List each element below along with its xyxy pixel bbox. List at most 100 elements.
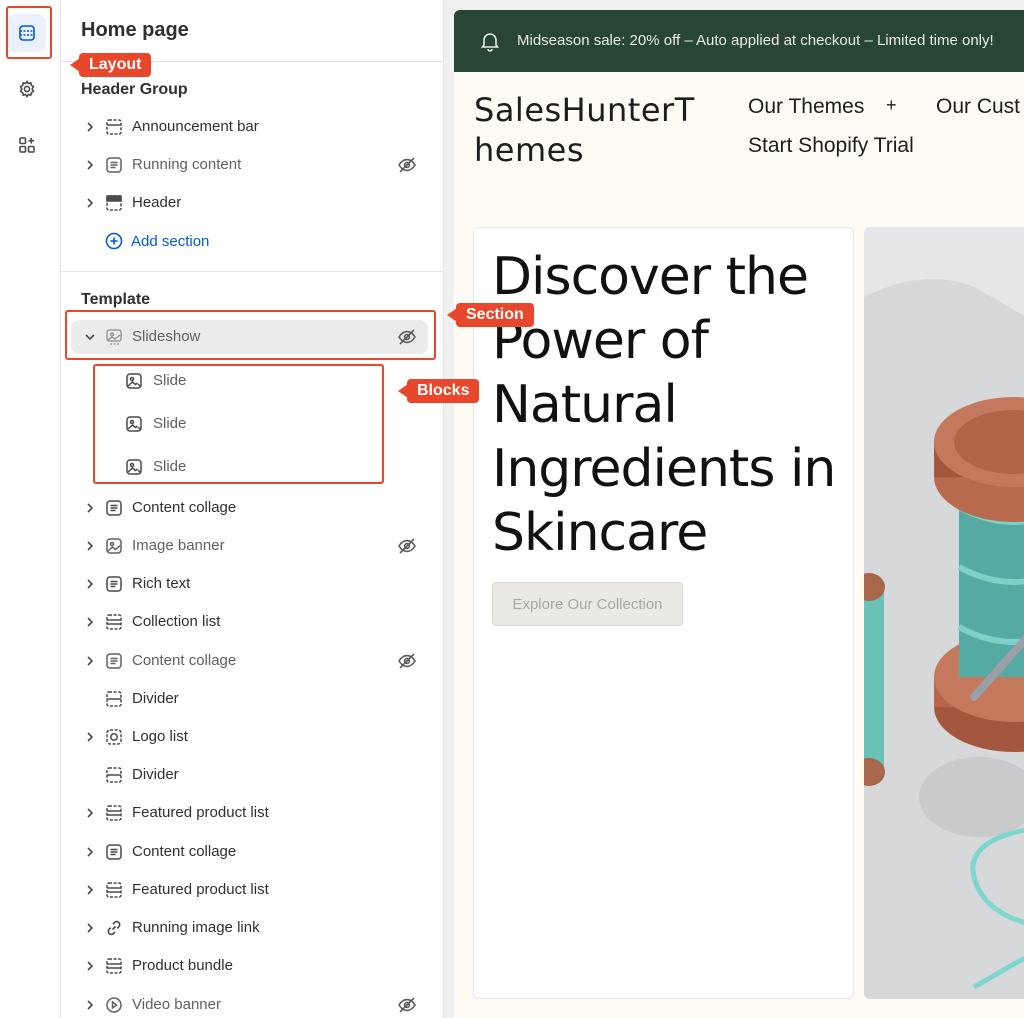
divider: [61, 271, 443, 272]
section-label: Content collage: [132, 499, 237, 516]
chevron-right-icon[interactable]: [83, 615, 97, 629]
play-icon: [106, 997, 122, 1013]
section-row-logo-list[interactable]: Logo list: [61, 720, 443, 754]
icon-rail: [0, 0, 61, 1018]
section-row-announcement-bar[interactable]: Announcement bar: [61, 110, 443, 144]
list-section-icon: [106, 882, 122, 898]
chevron-right-icon[interactable]: [83, 959, 97, 973]
section-row-running-image-link[interactable]: Running image link: [61, 911, 443, 945]
chevron-right-icon[interactable]: [83, 654, 97, 668]
eye-off-icon[interactable]: [397, 652, 417, 670]
text-section-icon: [106, 157, 122, 173]
section-row-content-collage[interactable]: Content collage: [61, 835, 443, 869]
eye-off-icon[interactable]: [397, 537, 417, 555]
section-label: Product bundle: [132, 957, 233, 974]
section-label: Divider: [132, 766, 179, 783]
eye-off-icon[interactable]: [397, 996, 417, 1014]
chevron-right-icon[interactable]: [83, 158, 97, 172]
section-label: Logo list: [132, 728, 188, 745]
chevron-right-icon[interactable]: [83, 539, 97, 553]
section-row-content-collage[interactable]: Content collage: [61, 644, 443, 678]
section-label: Collection list: [132, 613, 221, 630]
section-label: Divider: [132, 690, 179, 707]
hero-image: [864, 227, 1024, 999]
section-row-collection-list[interactable]: Collection list: [61, 605, 443, 639]
section-label: Running image link: [132, 919, 260, 936]
section-row-featured-product-list[interactable]: Featured product list: [61, 796, 443, 830]
store-logo[interactable]: SalesHunterT hemes: [474, 90, 724, 170]
divider-section-icon: [106, 767, 122, 783]
storefront-preview: Midseason sale: 20% off – Auto applied a…: [444, 0, 1024, 1018]
layout-highlight: [6, 6, 52, 59]
section-label: Content collage: [132, 652, 237, 669]
header-group-title: Header Group: [81, 81, 188, 98]
chevron-right-icon[interactable]: [83, 730, 97, 744]
hero-heading: Discover the Power of Natural Ingredient…: [492, 247, 836, 563]
logo-line: hemes: [474, 131, 584, 169]
nav-start-trial[interactable]: Start Shopify Trial: [748, 134, 914, 158]
section-label: Featured product list: [132, 804, 269, 821]
chevron-right-icon[interactable]: [83, 196, 97, 210]
list-section-icon: [106, 958, 122, 974]
add-section-button[interactable]: Add section: [105, 232, 209, 250]
page-title: Home page: [81, 19, 189, 41]
thread-spool-illustration: [864, 279, 1024, 999]
list-section-icon: [106, 614, 122, 630]
chevron-right-icon[interactable]: [83, 998, 97, 1012]
add-section-label: Add section: [131, 232, 210, 250]
plus-circle-icon: [105, 232, 123, 250]
section-row-running-content[interactable]: Running content: [61, 148, 443, 182]
text-section-icon: [106, 844, 122, 860]
section-label: Running content: [132, 156, 242, 173]
section-label: Image banner: [132, 537, 225, 554]
section-label: Announcement bar: [132, 118, 259, 135]
divider-section-icon: [106, 691, 122, 707]
chevron-right-icon[interactable]: [83, 577, 97, 591]
chevron-right-icon[interactable]: [83, 921, 97, 935]
nav-expand-plus-icon[interactable]: +: [886, 95, 897, 116]
chevron-right-icon[interactable]: [83, 883, 97, 897]
nav-our-customers[interactable]: Our Cust: [936, 95, 1020, 119]
section-row-divider[interactable]: Divider: [61, 758, 443, 792]
bell-icon: [480, 33, 500, 52]
layout-callout: Layout: [79, 53, 152, 77]
list-section-icon: [106, 805, 122, 821]
chevron-right-icon[interactable]: [83, 120, 97, 134]
chevron-right-icon[interactable]: [83, 501, 97, 515]
blocks-callout: Blocks: [407, 379, 480, 403]
announcement-text: Midseason sale: 20% off – Auto applied a…: [517, 32, 994, 49]
header-section-icon: [106, 195, 122, 211]
text-section-icon: [106, 653, 122, 669]
chevron-right-icon[interactable]: [83, 845, 97, 859]
chevron-right-icon[interactable]: [83, 806, 97, 820]
link-icon: [107, 920, 121, 936]
nav-our-themes[interactable]: Our Themes: [748, 95, 864, 119]
section-label: Content collage: [132, 843, 237, 860]
section-label: Rich text: [132, 575, 191, 592]
section-row-image-banner[interactable]: Image banner: [61, 529, 443, 563]
sections-panel: Home page Header Group Announcement bar …: [61, 0, 444, 1018]
section-row-divider[interactable]: Divider: [61, 682, 443, 716]
explore-collection-button[interactable]: Explore Our Collection: [492, 582, 683, 626]
logo-line: SalesHunterT: [474, 91, 695, 129]
announcement-bar: Midseason sale: 20% off – Auto applied a…: [454, 10, 1024, 72]
section-row-header[interactable]: Header: [61, 186, 443, 220]
section-row-product-bundle[interactable]: Product bundle: [61, 949, 443, 983]
section-row-featured-product-list[interactable]: Featured product list: [61, 873, 443, 907]
eye-off-icon[interactable]: [397, 156, 417, 174]
section-icon: [106, 119, 122, 135]
section-label: Header: [132, 194, 182, 211]
section-label: Featured product list: [132, 881, 269, 898]
section-callout: Section: [456, 303, 534, 327]
store-frame: Midseason sale: 20% off – Auto applied a…: [454, 10, 1024, 1018]
apps-button[interactable]: [8, 126, 46, 164]
section-row-content-collage[interactable]: Content collage: [61, 491, 443, 525]
section-label: Video banner: [132, 996, 221, 1013]
section-row-rich-text[interactable]: Rich text: [61, 567, 443, 601]
settings-button[interactable]: [8, 70, 46, 108]
apps-icon: [19, 137, 35, 153]
section-row-video-banner[interactable]: Video banner: [61, 988, 443, 1018]
text-section-icon: [106, 576, 122, 592]
blocks-highlight: [93, 364, 384, 484]
section-highlight: [65, 310, 436, 360]
